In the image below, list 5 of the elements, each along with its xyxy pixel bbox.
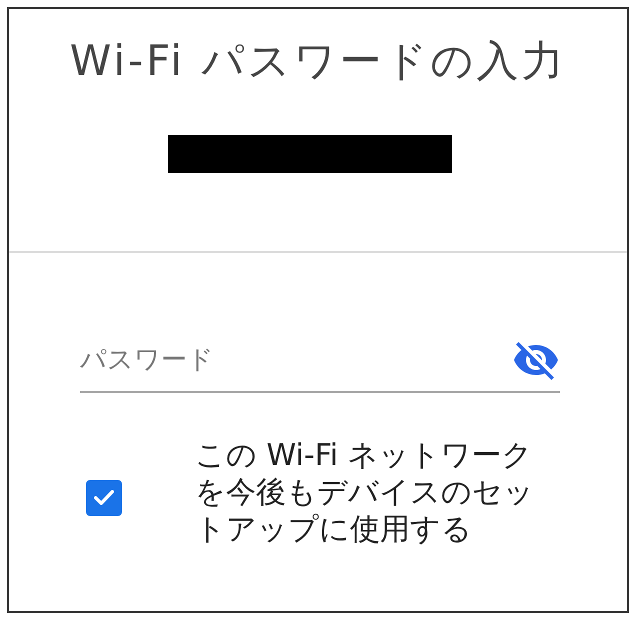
checkbox-label: この Wi-Fi ネットワークを今後もデバイスのセットアップに使用する (195, 437, 535, 548)
dialog-title: Wi-Fi パスワードの入力 (70, 36, 566, 86)
check-icon (94, 490, 114, 505)
checkbox[interactable] (86, 480, 122, 516)
eye-slash-icon[interactable] (514, 342, 558, 380)
